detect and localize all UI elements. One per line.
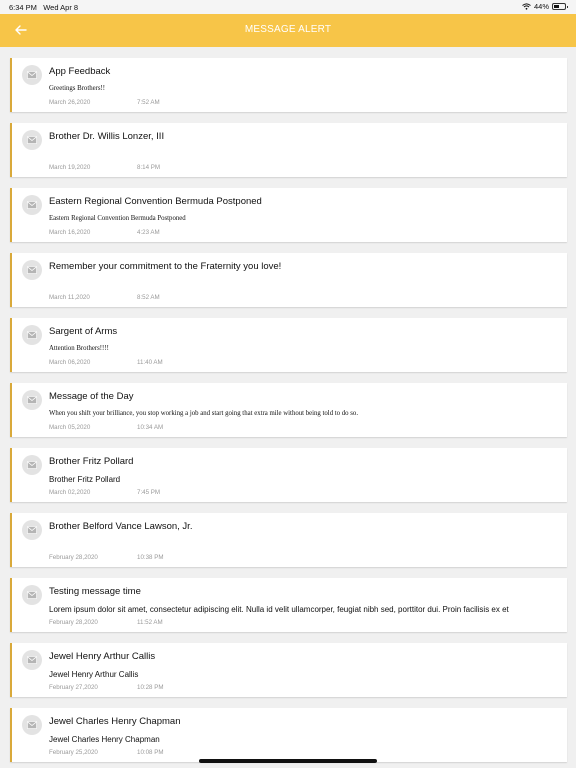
message-subject: Testing message time (49, 586, 141, 597)
envelope-icon (22, 715, 42, 735)
message-subject: Brother Fritz Pollard (49, 456, 134, 467)
message-subject: Brother Dr. Willis Lonzer, III (49, 131, 165, 142)
message-time: 10:34 AM (137, 424, 164, 431)
status-date: Wed Apr 8 (43, 3, 79, 12)
envelope-icon (22, 455, 42, 475)
message-card[interactable]: App Feedback Greetings Brothers!! March … (10, 58, 567, 112)
home-indicator[interactable] (199, 759, 377, 763)
envelope-icon (22, 650, 42, 670)
message-time: 8:52 AM (137, 294, 160, 301)
message-card[interactable]: Brother Belford Vance Lawson, Jr. Februa… (10, 513, 567, 567)
message-date: March 26,2020 (49, 99, 91, 106)
message-date: March 06,2020 (49, 359, 91, 366)
battery-percent: 44% (533, 2, 549, 11)
battery-icon (552, 3, 568, 10)
envelope-icon (22, 585, 42, 605)
message-date: February 28,2020 (49, 554, 98, 561)
message-date: March 16,2020 (49, 229, 91, 236)
message-subject: Jewel Henry Arthur Callis (49, 651, 156, 662)
message-body: Brother Fritz Pollard (49, 475, 121, 484)
message-time: 10:08 PM (137, 749, 164, 756)
status-time: 6:34 PM Wed Apr 8 (9, 3, 78, 12)
wifi-icon (522, 3, 531, 10)
status-bar: 6:34 PM Wed Apr 8 44% (0, 0, 576, 14)
message-subject: Eastern Regional Convention Bermuda Post… (49, 196, 262, 207)
message-body: Jewel Henry Arthur Callis (49, 670, 139, 679)
message-date: February 28,2020 (49, 619, 98, 626)
message-card[interactable]: Remember your commitment to the Fraterni… (10, 253, 567, 307)
envelope-icon (22, 520, 42, 540)
message-subject: App Feedback (49, 66, 111, 77)
message-date: February 25,2020 (49, 749, 98, 756)
message-subject: Message of the Day (49, 391, 134, 402)
message-card[interactable]: Brother Fritz Pollard Brother Fritz Poll… (10, 448, 567, 502)
message-subject: Sargent of Arms (49, 326, 118, 337)
message-time: 11:40 AM (137, 359, 163, 366)
message-body: Lorem ipsum dolor sit amet, consectetur … (49, 605, 509, 614)
message-body: Greetings Brothers!! (49, 85, 106, 92)
page-title: MESSAGE ALERT (244, 24, 332, 35)
message-card[interactable]: Sargent of Arms Attention Brothers!!!! M… (10, 318, 567, 372)
message-time: 11:52 AM (137, 619, 163, 626)
message-time: 7:52 AM (137, 99, 160, 106)
status-clock: 6:34 PM (9, 3, 37, 12)
message-card[interactable]: Jewel Henry Arthur Callis Jewel Henry Ar… (10, 643, 567, 697)
message-date: March 05,2020 (49, 424, 91, 431)
message-date: March 19,2020 (49, 164, 91, 171)
message-time: 8:14 PM (137, 164, 161, 171)
envelope-icon (22, 195, 42, 215)
message-body: Attention Brothers!!!! (49, 345, 109, 352)
message-subject: Jewel Charles Henry Chapman (49, 716, 181, 727)
message-subject: Remember your commitment to the Fraterni… (49, 261, 282, 272)
app-header: MESSAGE ALERT (0, 14, 576, 47)
message-date: March 02,2020 (49, 489, 91, 496)
message-card[interactable]: Testing message time Lorem ipsum dolor s… (10, 578, 567, 632)
message-list[interactable]: App Feedback Greetings Brothers!! March … (0, 47, 576, 768)
message-body: Jewel Charles Henry Chapman (49, 735, 160, 744)
envelope-icon (22, 65, 42, 85)
message-subject: Brother Belford Vance Lawson, Jr. (49, 521, 193, 532)
message-card[interactable]: Message of the Day When you shift your b… (10, 383, 567, 437)
message-time: 10:38 PM (137, 554, 164, 561)
message-card[interactable]: Brother Dr. Willis Lonzer, III March 19,… (10, 123, 567, 177)
envelope-icon (22, 130, 42, 150)
message-time: 7:45 PM (137, 489, 161, 496)
message-date: February 27,2020 (49, 684, 98, 691)
status-right: 44% (522, 2, 568, 11)
envelope-icon (22, 260, 42, 280)
message-body: Eastern Regional Convention Bermuda Post… (49, 215, 186, 222)
message-body: When you shift your brilliance, you stop… (49, 410, 359, 417)
envelope-icon (22, 325, 42, 345)
message-date: March 11,2020 (49, 294, 90, 301)
message-time: 4:23 AM (137, 229, 160, 236)
envelope-icon (22, 390, 42, 410)
message-card[interactable]: Jewel Charles Henry Chapman Jewel Charle… (10, 708, 567, 762)
message-card[interactable]: Eastern Regional Convention Bermuda Post… (10, 188, 567, 242)
message-time: 10:28 PM (137, 684, 164, 691)
